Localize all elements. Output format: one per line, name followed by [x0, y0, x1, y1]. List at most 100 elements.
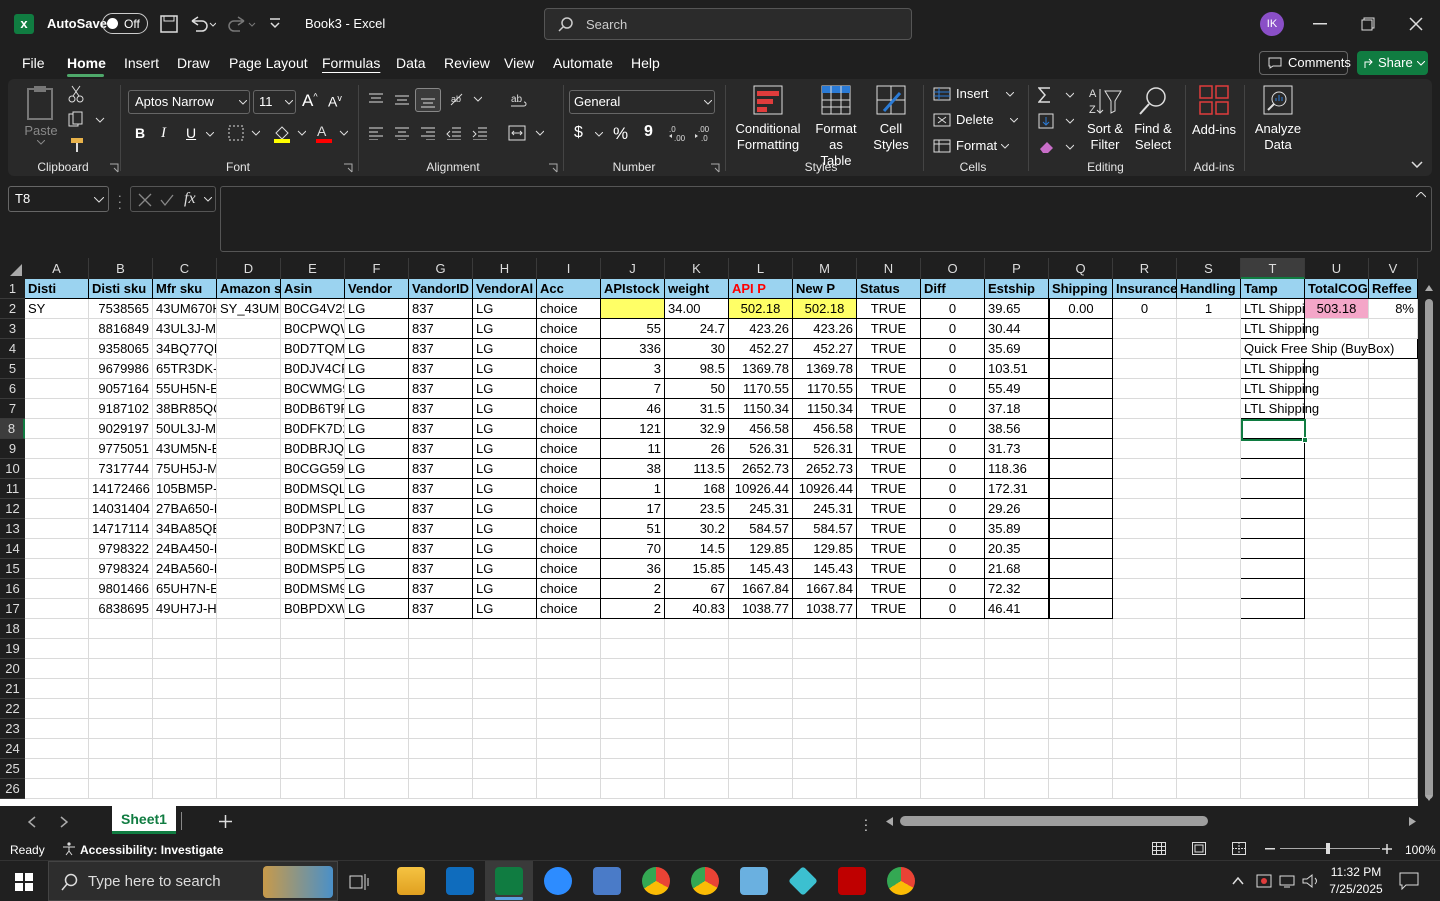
table-cell[interactable] [1113, 379, 1177, 399]
empty-cell[interactable] [665, 779, 729, 799]
table-cell[interactable] [1369, 499, 1418, 519]
header-cell[interactable]: Asin [281, 279, 345, 299]
empty-cell[interactable] [89, 639, 153, 659]
row-header-20[interactable]: 20 [0, 659, 25, 679]
table-cell[interactable] [217, 459, 281, 479]
table-cell[interactable]: 10926.44 [729, 479, 793, 499]
table-cell[interactable] [1241, 479, 1305, 499]
network-icon[interactable] [1279, 873, 1297, 889]
orientation-icon[interactable]: ab [448, 91, 482, 107]
table-cell[interactable]: 456.58 [729, 419, 793, 439]
table-cell[interactable]: 503.18 [1305, 299, 1369, 319]
empty-cell[interactable] [857, 719, 921, 739]
empty-cell[interactable] [409, 759, 473, 779]
empty-cell[interactable] [217, 659, 281, 679]
tray-app-icon[interactable] [1256, 873, 1272, 889]
empty-cell[interactable] [1113, 759, 1177, 779]
empty-cell[interactable] [1241, 659, 1305, 679]
empty-cell[interactable] [89, 619, 153, 639]
table-cell[interactable]: LG [473, 579, 537, 599]
sort-filter-button[interactable]: AZ Sort & Filter [1082, 85, 1128, 153]
table-cell[interactable] [1049, 599, 1113, 619]
table-cell[interactable] [1369, 599, 1418, 619]
empty-cell[interactable] [793, 759, 857, 779]
table-cell[interactable]: 21.68 [985, 559, 1049, 579]
table-cell[interactable]: TRUE [857, 419, 921, 439]
dialog-launcher-icon[interactable] [343, 163, 353, 173]
table-cell[interactable] [1305, 479, 1369, 499]
selected-cell[interactable] [1241, 419, 1306, 441]
table-cell[interactable]: 32.9 [665, 419, 729, 439]
table-cell[interactable] [1305, 579, 1369, 599]
zoom-in-icon[interactable] [1382, 844, 1392, 854]
table-cell[interactable] [1049, 339, 1113, 359]
empty-cell[interactable] [217, 719, 281, 739]
table-cell[interactable]: 38.56 [985, 419, 1049, 439]
table-cell[interactable] [1049, 539, 1113, 559]
volume-icon[interactable] [1302, 873, 1320, 889]
empty-cell[interactable] [1049, 639, 1113, 659]
table-cell[interactable] [25, 519, 89, 539]
table-cell[interactable] [1113, 319, 1177, 339]
table-cell[interactable]: 1170.55 [729, 379, 793, 399]
empty-cell[interactable] [857, 659, 921, 679]
tab-page-layout[interactable]: Page Layout [229, 55, 308, 71]
table-cell[interactable] [1177, 439, 1241, 459]
table-cell[interactable]: 837 [409, 339, 473, 359]
align-center-icon[interactable] [394, 126, 410, 140]
empty-cell[interactable] [281, 739, 345, 759]
horizontal-scroll-thumb[interactable] [900, 816, 1208, 826]
addins-button[interactable]: Add-ins [1191, 85, 1237, 138]
empty-cell[interactable] [281, 719, 345, 739]
empty-cell[interactable] [793, 679, 857, 699]
minimize-icon[interactable] [1313, 23, 1327, 25]
empty-cell[interactable] [473, 759, 537, 779]
empty-cell[interactable] [793, 739, 857, 759]
align-middle-icon[interactable] [394, 92, 410, 106]
empty-cell[interactable] [281, 699, 345, 719]
table-cell[interactable]: 65UH7N-E [153, 579, 217, 599]
empty-cell[interactable] [1177, 619, 1241, 639]
fill-color-icon[interactable] [272, 123, 306, 143]
table-cell[interactable] [1049, 439, 1113, 459]
table-cell[interactable]: TRUE [857, 339, 921, 359]
tab-file[interactable]: File [22, 55, 45, 71]
empty-cell[interactable] [1305, 619, 1369, 639]
table-cell[interactable]: 30.2 [665, 519, 729, 539]
table-cell[interactable]: 584.57 [729, 519, 793, 539]
table-cell[interactable]: 35.89 [985, 519, 1049, 539]
empty-cell[interactable] [601, 759, 665, 779]
table-cell[interactable]: B0CPWQW [281, 319, 345, 339]
table-cell[interactable] [1177, 579, 1241, 599]
table-cell[interactable]: 456.58 [793, 419, 857, 439]
table-cell[interactable] [1113, 579, 1177, 599]
table-cell[interactable]: choice [537, 299, 601, 319]
empty-cell[interactable] [537, 719, 601, 739]
table-cell[interactable] [1113, 419, 1177, 439]
empty-cell[interactable] [1049, 739, 1113, 759]
copy-icon[interactable] [68, 111, 108, 129]
page-break-view-icon[interactable] [1232, 842, 1246, 855]
empty-cell[interactable] [985, 619, 1049, 639]
empty-cell[interactable] [985, 739, 1049, 759]
name-box[interactable]: T8 [8, 186, 109, 212]
table-cell[interactable]: 50UL3J-M [153, 419, 217, 439]
filezilla-icon[interactable] [838, 867, 866, 895]
table-cell[interactable]: 837 [409, 299, 473, 319]
table-cell[interactable]: 72.32 [985, 579, 1049, 599]
table-cell[interactable]: TRUE [857, 479, 921, 499]
table-cell[interactable]: LTL Shipping [1241, 379, 1319, 399]
empty-cell[interactable] [1177, 639, 1241, 659]
wrap-text-icon[interactable]: ab [510, 92, 528, 110]
table-cell[interactable]: 39.65 [985, 299, 1049, 319]
empty-cell[interactable] [793, 619, 857, 639]
empty-cell[interactable] [921, 639, 985, 659]
empty-cell[interactable] [409, 639, 473, 659]
table-cell[interactable]: 35.69 [985, 339, 1049, 359]
table-cell[interactable] [1241, 579, 1305, 599]
table-cell[interactable]: 98.5 [665, 359, 729, 379]
table-cell[interactable]: B0DMSQL [281, 479, 345, 499]
table-cell[interactable]: 36 [601, 559, 665, 579]
empty-cell[interactable] [857, 739, 921, 759]
table-cell[interactable]: TRUE [857, 539, 921, 559]
